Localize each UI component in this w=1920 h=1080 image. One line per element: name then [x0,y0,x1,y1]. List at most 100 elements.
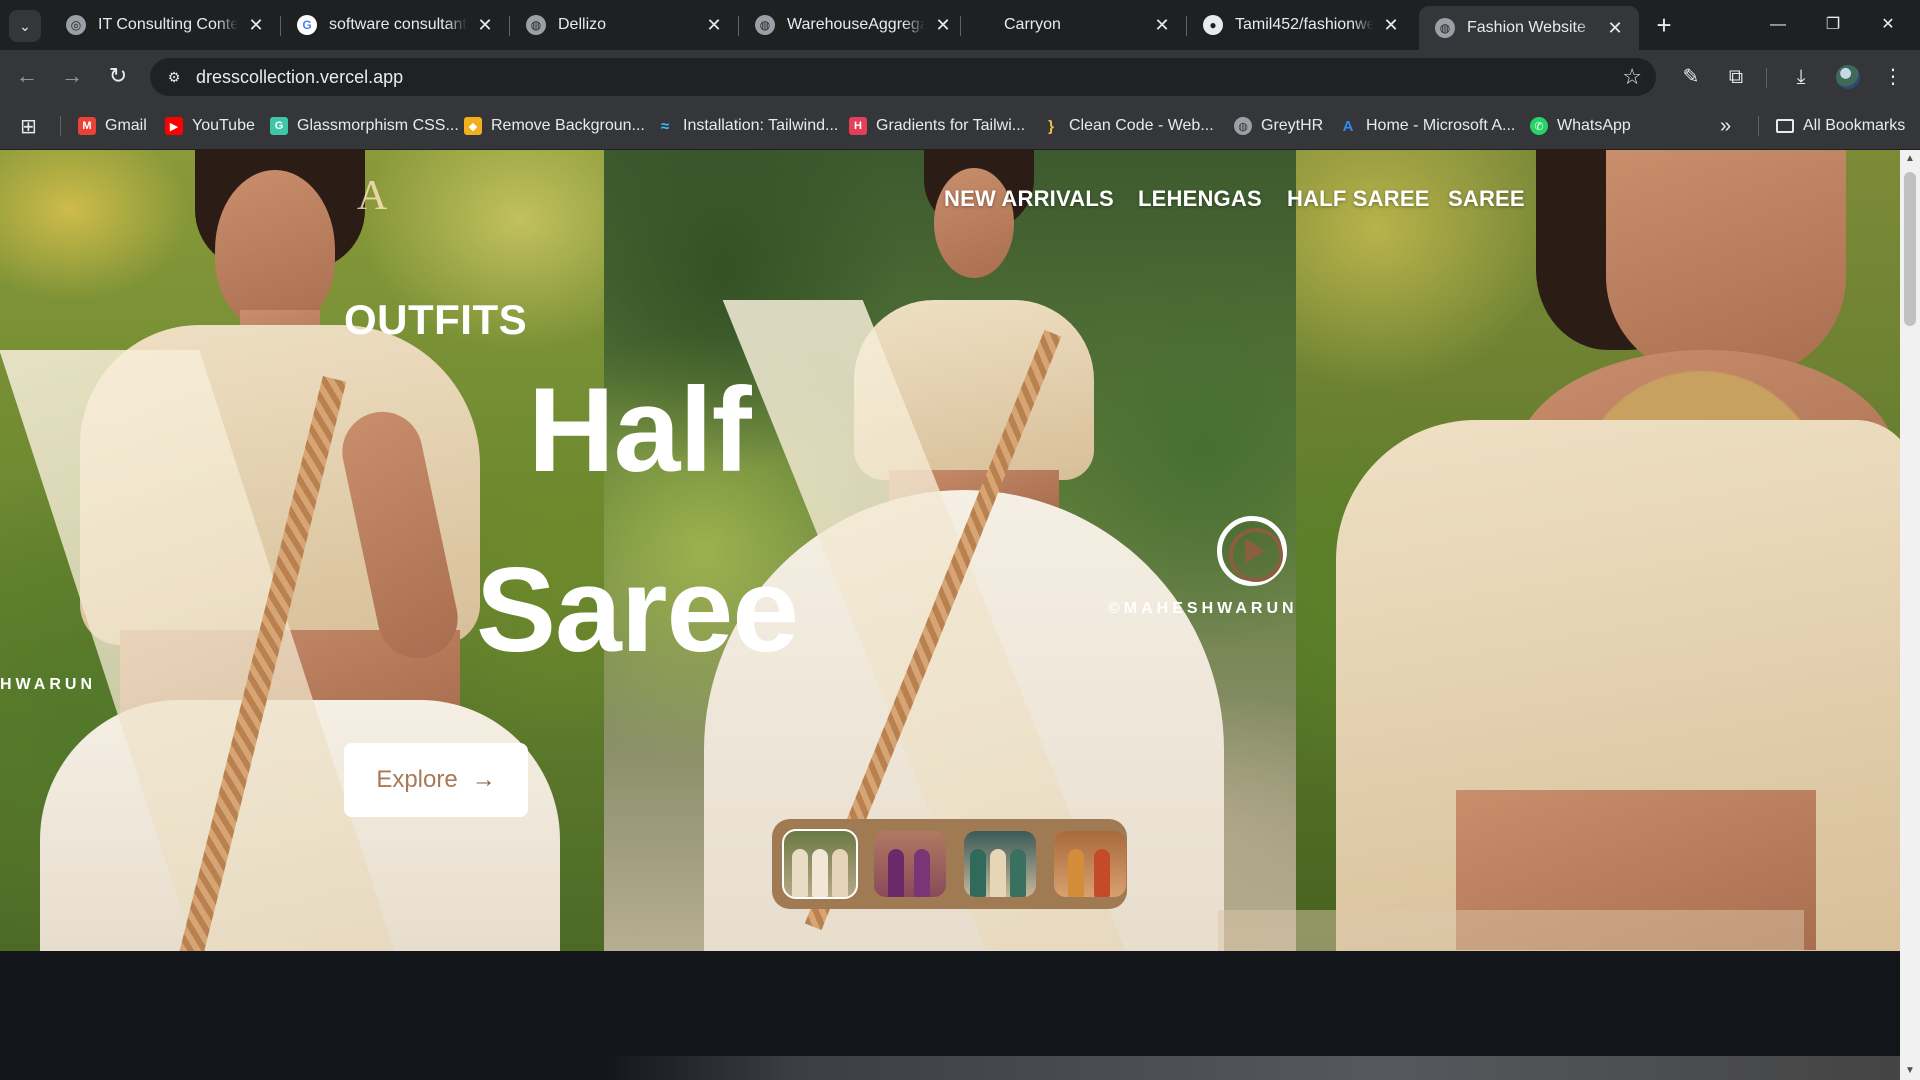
arrow-right-icon: → [61,63,83,88]
close-icon[interactable]: ✕ [933,15,953,36]
arrow-right-icon: → [471,766,496,793]
tab-2[interactable]: G software consultant - ✕ [281,8,509,42]
restore-button[interactable]: ❐ [1813,8,1853,42]
nav-half-saree[interactable]: HALF SAREE [1287,186,1430,212]
menu-kebab-icon[interactable]: ⋮ [1878,62,1908,92]
close-window-button[interactable]: ✕ [1868,8,1908,42]
globe-icon: ◍ [755,15,775,35]
browser-toolbar: ← → ↻ ⚙ dresscollection.vercel.app ☆ ✎ ⧉… [0,50,1920,102]
address-bar[interactable]: ⚙ dresscollection.vercel.app ☆ [150,58,1656,96]
extensions-icon[interactable]: ⧉ [1721,62,1751,92]
tab-6[interactable]: ● Tamil452/fashionweb ✕ [1187,8,1415,42]
thumb-figure [990,849,1006,897]
bookmark-youtube[interactable]: ▶ YouTube [165,114,255,138]
tab-title: IT Consulting Conten [98,16,238,33]
thumbnail-half-saree[interactable] [782,829,858,899]
openai-icon: ◎ [66,15,86,35]
bookmark-gmail[interactable]: M Gmail [78,114,147,138]
eyedropper-extension-icon[interactable]: ✎ [1676,62,1706,92]
close-icon[interactable]: ✕ [246,15,266,36]
bookmark-tailwind-install[interactable]: ≈ Installation: Tailwind... [656,114,838,138]
brand-logo[interactable]: A [357,172,387,219]
bookmark-label: Remove Backgroun... [491,117,645,134]
scroll-down-arrow-icon[interactable]: ▼ [1900,1062,1920,1080]
bookmark-glassmorphism[interactable]: G Glassmorphism CSS... [270,114,459,138]
download-icon[interactable]: ⤓ [1786,62,1816,92]
thumbnail-group[interactable] [964,831,1036,897]
all-bookmarks-button[interactable]: All Bookmarks [1776,114,1905,138]
bookmark-remove-bg[interactable]: ◆ Remove Backgroun... [464,114,645,138]
photo-watermark-left: HWARUN [0,676,96,693]
tab-4[interactable]: ◍ WarehouseAggregat ✕ [739,8,967,42]
bookmark-label: Installation: Tailwind... [683,117,839,134]
globe-icon: ◍ [526,15,546,35]
bookmarks-overflow-button[interactable]: » [1720,114,1731,138]
tab-strip: ⌄ ◎ IT Consulting Conten ✕ G software co… [0,0,1920,50]
bookmarks-divider [60,116,61,136]
close-icon[interactable]: ✕ [1381,15,1401,36]
tab-5[interactable]: Carryon ✕ [968,8,1186,42]
bookmark-whatsapp[interactable]: ✆ WhatsApp [1530,114,1631,138]
hero-bottom-overlay [1218,910,1804,951]
minimize-icon: — [1770,16,1786,33]
tab-3[interactable]: ◍ Dellizo ✕ [510,8,738,42]
tab-1[interactable]: ◎ IT Consulting Conten ✕ [50,8,280,42]
globe-icon: ◍ [1435,18,1455,38]
bookmarks-bar: ⊞ M Gmail ▶ YouTube G Glassmorphism CSS... … [0,102,1920,150]
hero-section: NEW ARRIVALS LEHENGAS HALF SAREE SAREE A… [0,150,1900,951]
site-settings-icon[interactable]: ⚙ [164,67,184,87]
bookmark-star-icon[interactable]: ☆ [1622,64,1642,90]
explore-button[interactable]: Explore → [344,743,528,817]
bookmarks-divider [1758,116,1759,136]
scroll-up-arrow-icon[interactable]: ▲ [1900,150,1920,168]
nav-saree[interactable]: SAREE [1448,186,1525,212]
tab-title: Tamil452/fashionweb [1235,16,1373,33]
tab-search-button[interactable]: ⌄ [9,10,41,42]
bookmark-label: Gradients for Tailwi... [876,117,1026,134]
bookmark-greythr[interactable]: ◍ GreytHR [1234,114,1323,138]
thumbnail-saree[interactable] [1054,831,1126,897]
all-bookmarks-label: All Bookmarks [1803,117,1906,134]
thumb-figure [812,849,828,897]
minimize-button[interactable]: — [1758,8,1798,42]
model-face [215,170,335,330]
bookmark-label: YouTube [192,117,255,134]
tailwind-icon: ≈ [660,117,670,135]
close-icon[interactable]: ✕ [475,15,495,36]
nav-new-arrivals[interactable]: NEW ARRIVALS [944,186,1114,212]
bookmark-microsoft-azure[interactable]: A Home - Microsoft A... [1339,114,1516,138]
close-icon[interactable]: ✕ [1605,18,1625,39]
tab-divider [960,16,961,36]
hero-headline-line2: Saree [476,543,799,677]
next-section-preview [600,1056,1900,1080]
apps-grid-icon[interactable]: ⊞ [20,114,37,138]
photo-watermark-center: ©MAHESHWARUN [1108,600,1298,617]
back-button[interactable]: ← [12,62,42,92]
bookmark-gradients[interactable]: H Gradients for Tailwi... [849,114,1025,138]
play-video-button[interactable] [1217,516,1287,586]
tab-7-active[interactable]: ◍ Fashion Website ✕ [1419,6,1639,50]
close-icon[interactable]: ✕ [704,15,724,36]
nav-lehengas[interactable]: LEHENGAS [1138,186,1262,212]
tab-title: Fashion Website [1467,19,1586,36]
reload-icon: ↻ [108,63,128,88]
bookmark-label: WhatsApp [1557,117,1631,134]
tab-title: WarehouseAggregat [787,16,925,33]
gmail-icon: M [78,117,96,135]
model-face [934,168,1014,278]
new-tab-button[interactable]: + [1648,10,1680,42]
thumbnail-lehenga-purple[interactable] [874,831,946,897]
hypercolor-icon: H [849,117,867,135]
chevron-double-right-icon: » [1720,114,1732,137]
bookmark-clean-code[interactable]: } Clean Code - Web... [1042,114,1214,138]
profile-avatar[interactable] [1836,65,1860,89]
page-scrollbar[interactable]: ▲ ▼ [1900,150,1920,1080]
close-icon[interactable]: ✕ [1152,15,1172,36]
folder-icon [1776,119,1794,133]
scrollbar-thumb[interactable] [1904,172,1916,326]
reload-button[interactable]: ↻ [103,62,133,92]
restore-icon: ❐ [1825,16,1841,33]
bookmark-label: Home - Microsoft A... [1366,117,1516,134]
forward-button[interactable]: → [57,62,87,92]
thumb-figure [832,849,848,897]
